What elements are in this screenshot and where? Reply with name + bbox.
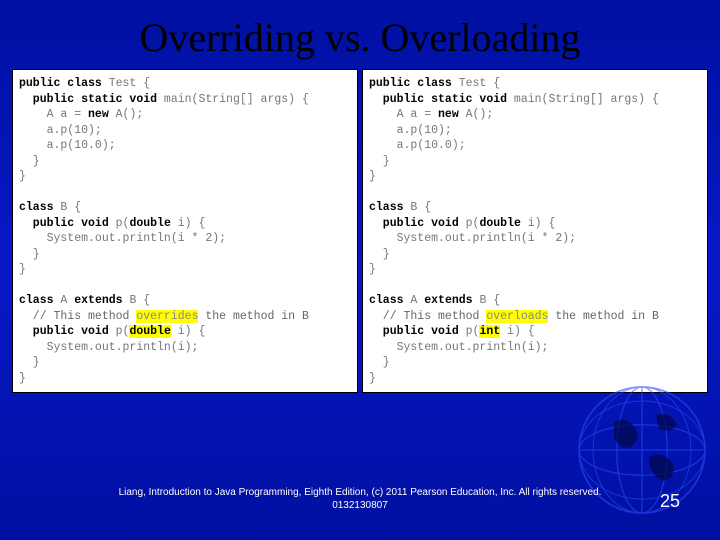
t: } bbox=[369, 356, 390, 369]
t: } bbox=[369, 372, 376, 385]
footer-text: Liang, Introduction to Java Programming,… bbox=[0, 486, 720, 512]
kw: public static void bbox=[19, 93, 157, 106]
t: p( bbox=[109, 325, 130, 338]
t: Test { bbox=[102, 77, 150, 90]
t: a.p(10); bbox=[369, 124, 452, 137]
t: i) { bbox=[500, 325, 535, 338]
highlight-overloads: overloads bbox=[486, 310, 548, 323]
t: } bbox=[19, 155, 40, 168]
t: A bbox=[54, 294, 75, 307]
t: main(String[] args) { bbox=[507, 93, 659, 106]
left-code-panel: public class Test { public static void m… bbox=[12, 69, 358, 393]
t: System.out.println(i); bbox=[19, 341, 198, 354]
t: System.out.println(i * 2); bbox=[369, 232, 576, 245]
kw: public static void bbox=[369, 93, 507, 106]
t: A(); bbox=[459, 108, 494, 121]
t: } bbox=[19, 170, 26, 183]
kw: new bbox=[438, 108, 459, 121]
code-container: public class Test { public static void m… bbox=[0, 69, 720, 393]
t: B { bbox=[404, 201, 432, 214]
t: i) { bbox=[171, 217, 206, 230]
page-number: 25 bbox=[660, 491, 680, 512]
kw: class bbox=[19, 294, 54, 307]
t: Test { bbox=[452, 77, 500, 90]
t: } bbox=[369, 155, 390, 168]
kw: public void bbox=[19, 325, 109, 338]
comment: the method in B bbox=[548, 310, 658, 323]
highlight-int: int bbox=[479, 325, 500, 338]
t: } bbox=[369, 263, 376, 276]
comment: the method in B bbox=[198, 310, 308, 323]
t: } bbox=[19, 263, 26, 276]
t: a.p(10.0); bbox=[369, 139, 466, 152]
kw: extends bbox=[74, 294, 122, 307]
kw: double bbox=[479, 217, 520, 230]
t: A a = bbox=[369, 108, 438, 121]
t: A a = bbox=[19, 108, 88, 121]
t: main(String[] args) { bbox=[157, 93, 309, 106]
t: p( bbox=[459, 325, 480, 338]
t: } bbox=[19, 248, 40, 261]
kw: class bbox=[369, 294, 404, 307]
t: A bbox=[404, 294, 425, 307]
t: System.out.println(i); bbox=[369, 341, 548, 354]
t: i) { bbox=[171, 325, 206, 338]
kw: class bbox=[369, 201, 404, 214]
t: System.out.println(i * 2); bbox=[19, 232, 226, 245]
comment: // This method bbox=[19, 310, 136, 323]
comment: // This method bbox=[369, 310, 486, 323]
highlight-overrides: overrides bbox=[136, 310, 198, 323]
t: B { bbox=[473, 294, 501, 307]
kw: extends bbox=[424, 294, 472, 307]
highlight-double: double bbox=[129, 325, 170, 338]
t: } bbox=[369, 248, 390, 261]
kw: public void bbox=[369, 325, 459, 338]
right-code-panel: public class Test { public static void m… bbox=[362, 69, 708, 393]
t: } bbox=[19, 356, 40, 369]
t: A(); bbox=[109, 108, 144, 121]
kw: class bbox=[19, 201, 54, 214]
kw: double bbox=[129, 217, 170, 230]
t: B { bbox=[123, 294, 151, 307]
t: a.p(10.0); bbox=[19, 139, 116, 152]
kw: new bbox=[88, 108, 109, 121]
t: a.p(10); bbox=[19, 124, 102, 137]
slide-title: Overriding vs. Overloading bbox=[0, 0, 720, 69]
t: p( bbox=[109, 217, 130, 230]
kw: public void bbox=[369, 217, 459, 230]
kw: public class bbox=[369, 77, 452, 90]
kw: public class bbox=[19, 77, 102, 90]
kw: public void bbox=[19, 217, 109, 230]
t: p( bbox=[459, 217, 480, 230]
t: } bbox=[19, 372, 26, 385]
t: i) { bbox=[521, 217, 556, 230]
t: B { bbox=[54, 201, 82, 214]
t: } bbox=[369, 170, 376, 183]
